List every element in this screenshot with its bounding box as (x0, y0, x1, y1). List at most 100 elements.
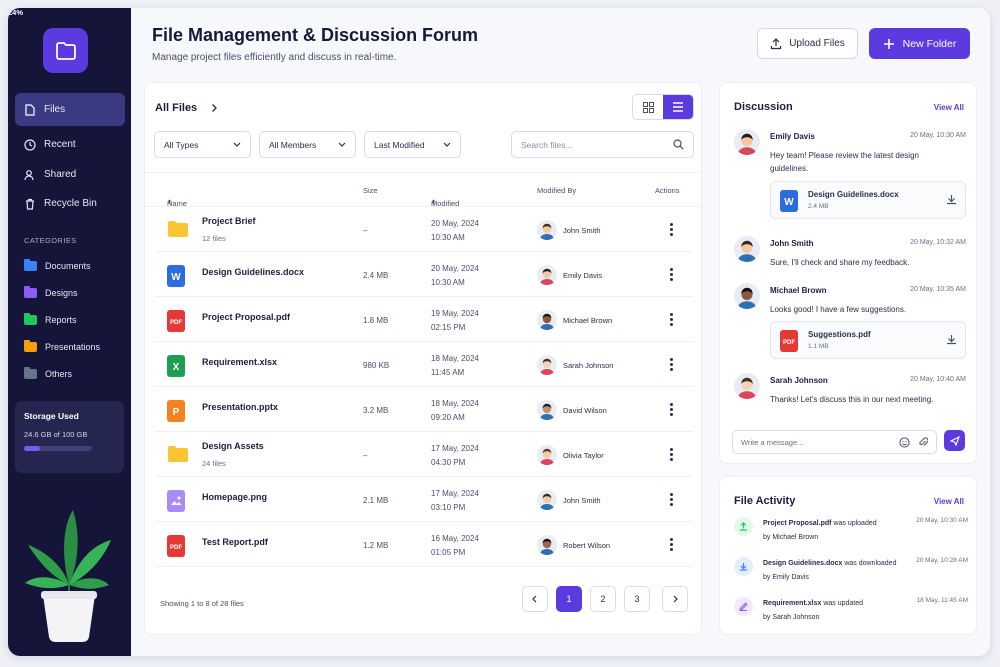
upload-files-button[interactable]: Upload Files (757, 28, 858, 59)
table-row[interactable]: Homepage.png 2.1 MB 17 May, 2024 03:10 P… (155, 477, 693, 522)
word-file-icon: W (780, 190, 798, 212)
chevron-right-icon (212, 104, 218, 112)
modified-time: 11:45 AM (431, 368, 465, 377)
pagination-page-1[interactable]: 1 (556, 586, 582, 612)
activity-time: 20 May, 10:30 AM (916, 517, 968, 524)
table-header: Name ⬍ Size Modified ⬍ Modified By Actio… (145, 172, 703, 208)
category-others[interactable]: Others (24, 367, 72, 379)
modified-time: 09:20 AM (431, 413, 465, 422)
message-placeholder: Write a message... (741, 437, 804, 447)
activity-file[interactable]: Requirement.xlsx (763, 600, 821, 607)
emoji-icon[interactable] (899, 437, 910, 448)
list-view-button[interactable] (663, 95, 693, 119)
file-name[interactable]: Test Report.pdf (202, 537, 268, 547)
download-icon[interactable] (946, 334, 957, 345)
activity-view-all-link[interactable]: View All (934, 497, 964, 506)
send-button[interactable] (944, 430, 965, 451)
modified-by: David Wilson (563, 406, 607, 415)
table-row[interactable]: W Design Guidelines.docx 2.4 MB 20 May, … (155, 252, 693, 297)
more-actions-button[interactable] (666, 267, 676, 283)
table-row[interactable]: Design Assets 24 files – 17 May, 2024 04… (155, 432, 693, 477)
kebab-dot (669, 233, 673, 236)
file-name[interactable]: Presentation.pptx (202, 402, 278, 412)
modified-by: John Smith (563, 496, 601, 505)
files-heading[interactable]: All Files (155, 102, 219, 114)
svg-text:PDF: PDF (170, 545, 182, 551)
more-actions-button[interactable] (666, 447, 676, 463)
table-row[interactable]: X Requirement.xlsx 980 KB 18 May, 2024 1… (155, 342, 693, 387)
activity-time: 20 May, 10:28 AM (916, 557, 968, 564)
activity-file[interactable]: Design Guidelines.docx (763, 560, 842, 567)
avatar-icon (734, 129, 760, 155)
avatar-icon (537, 265, 557, 285)
filter-label: All Types (164, 139, 199, 150)
chevron-down-icon (338, 142, 346, 147)
activity-file[interactable]: Project Proposal.pdf (763, 520, 831, 527)
nav-recent[interactable]: Recent (15, 128, 125, 161)
app-logo[interactable] (43, 28, 88, 73)
kebab-icon (669, 493, 673, 496)
pagination-page-3[interactable]: 3 (624, 586, 650, 612)
table-row[interactable]: P Presentation.pptx 3.2 MB 18 May, 2024 … (155, 387, 693, 432)
pagination-page-2[interactable]: 2 (590, 586, 616, 612)
file-name[interactable]: Design Guidelines.docx (202, 267, 304, 277)
modified-by: Emily Davis (563, 271, 603, 280)
storage-percent: 24% (8, 8, 24, 17)
more-actions-button[interactable] (666, 537, 676, 553)
nav-files[interactable]: Files (15, 93, 125, 126)
page-title: File Management & Discussion Forum (152, 25, 479, 45)
category-designs[interactable]: Designs (24, 286, 78, 298)
download-icon[interactable] (946, 194, 957, 205)
table-row[interactable]: PDF Test Report.pdf 1.2 MB 16 May, 2024 … (155, 522, 693, 567)
filter-members-select[interactable]: All Members (259, 131, 356, 158)
more-actions-button[interactable] (666, 312, 676, 328)
avatar (537, 400, 557, 420)
discussion-view-all-link[interactable]: View All (934, 103, 964, 112)
file-name[interactable]: Project Proposal.pdf (202, 312, 290, 322)
nav-label: Recent (44, 139, 76, 150)
message-text: Hey team! Please review the latest desig… (770, 151, 919, 173)
storage-panel: Storage Used 24.6 GB of 100 GB (15, 401, 124, 473)
image-file-icon (167, 490, 185, 512)
svg-text:PDF: PDF (783, 340, 795, 346)
grid-view-button[interactable] (633, 95, 663, 119)
more-actions-button[interactable] (666, 492, 676, 508)
category-reports[interactable]: Reports (24, 313, 77, 325)
nav-recycle-bin[interactable]: Recycle Bin (15, 187, 125, 220)
file-type-icon (167, 220, 189, 240)
folder-icon (55, 41, 76, 60)
filter-type-select[interactable]: All Types (154, 131, 251, 158)
table-row[interactable]: Project Brief 12 files – 20 May, 2024 10… (155, 207, 693, 252)
more-actions-button[interactable] (666, 357, 676, 373)
folder-icon (168, 446, 188, 462)
category-presentations[interactable]: Presentations (24, 340, 100, 352)
category-documents[interactable]: Documents (24, 259, 91, 271)
filter-label: Last Modified (374, 139, 425, 150)
modified-time: 02:15 PM (431, 323, 466, 332)
pagination-prev-button[interactable] (522, 586, 548, 612)
modified-time: 01:05 PM (431, 548, 466, 557)
pagination-next-button[interactable] (662, 586, 688, 612)
kebab-dot (669, 318, 673, 321)
message-attachment[interactable]: W Design Guidelines.docx 2.4 MB (770, 181, 966, 219)
table-row[interactable]: PDF Project Proposal.pdf 1.8 MB 19 May, … (155, 297, 693, 342)
avatar (537, 310, 557, 330)
column-actions-header: Actions (655, 186, 680, 195)
paperclip-icon[interactable] (918, 436, 928, 448)
file-name[interactable]: Requirement.xlsx (202, 357, 277, 367)
message-text: Sure, I'll check and share my feedback. (770, 258, 910, 267)
message-input[interactable]: Write a message... (732, 430, 937, 454)
search-input[interactable]: Search files... (511, 131, 694, 158)
discussion-panel: Discussion View All Emily Davis 20 May, … (719, 82, 977, 464)
message-attachment[interactable]: PDF Suggestions.pdf 1.1 MB (770, 321, 966, 359)
new-folder-button[interactable]: New Folder (869, 28, 970, 59)
file-name[interactable]: Homepage.png (202, 492, 267, 502)
more-actions-button[interactable] (666, 222, 676, 238)
file-name[interactable]: Design Assets (202, 441, 264, 451)
folder-icon (24, 313, 37, 325)
filter-modified-select[interactable]: Last Modified (364, 131, 461, 158)
svg-text:X: X (173, 362, 180, 373)
upload-files-label: Upload Files (789, 38, 845, 49)
more-actions-button[interactable] (666, 402, 676, 418)
file-name[interactable]: Project Brief (202, 216, 256, 226)
